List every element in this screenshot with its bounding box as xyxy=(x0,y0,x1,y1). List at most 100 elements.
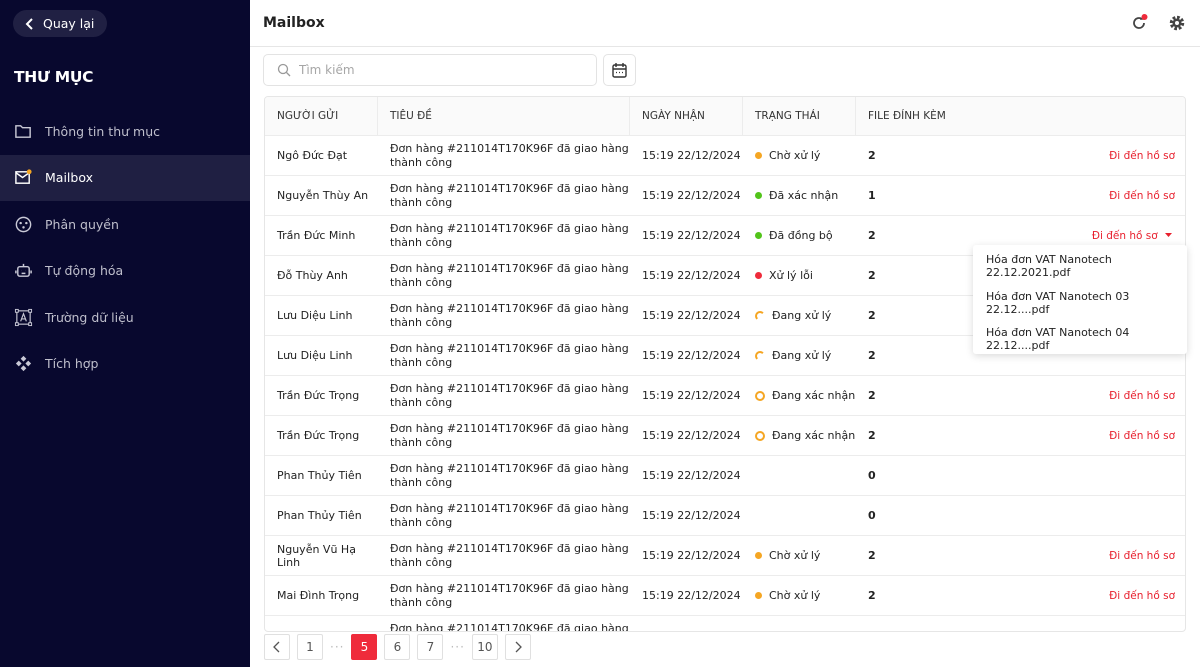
subject: Đơn hàng #211014T170K96F đã giao hàng th… xyxy=(390,621,629,632)
status-badge: Đã đồng bộ xyxy=(755,229,856,242)
status-badge: Đã xác nhận xyxy=(755,189,856,202)
field-icon xyxy=(14,308,33,326)
status-dot xyxy=(755,152,762,159)
go-to-profile-link[interactable]: Đi đến hồ sơ xyxy=(1109,590,1175,602)
sender: Đỗ Thùy Anh xyxy=(277,269,348,282)
subject: Đơn hàng #211014T170K96F đã giao hàng th… xyxy=(390,301,629,329)
robot-icon xyxy=(15,264,32,278)
table-row[interactable]: Đơn hàng #211014T170K96F đã giao hàng th… xyxy=(265,616,1185,632)
page-title: Mailbox xyxy=(263,15,325,31)
attachment-count: 0 xyxy=(868,469,876,482)
status-dot xyxy=(755,192,762,199)
main: Mailbox NGƯỜI GỬITIÊU ĐỀNGÀY NHẬNTRẠNG T… xyxy=(250,0,1200,667)
sidebar-item-permission[interactable]: Phân quyền xyxy=(0,201,250,248)
search-input[interactable] xyxy=(299,63,579,77)
status-badge: Đang xác nhận xyxy=(755,389,856,402)
subject: Đơn hàng #211014T170K96F đã giao hàng th… xyxy=(390,581,629,609)
sidebar-title: THƯ MỤC xyxy=(14,68,94,86)
file-menu-item[interactable]: Hóa đơn VAT Nanotech 03 22.12....pdf xyxy=(973,285,1187,322)
attachment-count: 2 xyxy=(868,549,876,562)
chevron-left-icon xyxy=(25,17,33,30)
column-header[interactable]: TIÊU ĐỀ xyxy=(378,97,630,135)
settings-button[interactable] xyxy=(1167,13,1187,33)
calendar-icon xyxy=(612,62,627,78)
pagination-ellipsis: ··· xyxy=(450,640,465,654)
sidebar: Quay lại THƯ MỤC Thông tin thư mục Mailbo… xyxy=(0,0,250,667)
table-row[interactable]: Nguyễn Thùy An Đơn hàng #211014T170K96F … xyxy=(265,176,1185,216)
table-row[interactable]: Phan Thủy Tiên Đơn hàng #211014T170K96F … xyxy=(265,496,1185,536)
table-header: NGƯỜI GỬI TIÊU ĐỀ NGÀY NHẬN TRẠNG THÁI FILE … xyxy=(265,97,1185,136)
column-header[interactable]: NGƯỜI GỬI xyxy=(265,97,378,135)
page-button[interactable]: 1 xyxy=(297,634,323,660)
mail-table: NGƯỜI GỬI TIÊU ĐỀ NGÀY NHẬN TRẠNG THÁI FILE … xyxy=(264,96,1186,632)
chevron-left-icon xyxy=(273,641,280,653)
sidebar-item-label: Mailbox xyxy=(45,170,93,186)
status-dot xyxy=(755,552,762,559)
column-header[interactable]: FILE ĐÍNH KÈM xyxy=(856,97,1185,135)
status-badge: Đang xử lý xyxy=(755,349,856,362)
caret-down-icon xyxy=(1165,232,1172,237)
refresh-button[interactable] xyxy=(1129,13,1149,33)
go-to-profile-link[interactable]: Đi đến hồ sơ xyxy=(1109,550,1175,562)
go-to-profile-link[interactable]: Đi đến hồ sơ xyxy=(1109,190,1175,202)
search-box[interactable] xyxy=(263,54,597,86)
received-date: 15:19 22/12/2024 xyxy=(642,309,741,322)
table-row[interactable]: Mai Đình Trọng Đơn hàng #211014T170K96F … xyxy=(265,576,1185,616)
attachment-count: 2 xyxy=(868,589,876,602)
table-row[interactable]: Ngô Đức Đạt Đơn hàng #211014T170K96F đã … xyxy=(265,136,1185,176)
column-header[interactable]: NGÀY NHẬN xyxy=(630,97,743,135)
page-button[interactable]: 7 xyxy=(417,634,444,660)
go-to-profile-link[interactable]: Đi đến hồ sơ xyxy=(1109,430,1175,442)
sidebar-item-label: Tích hợp xyxy=(45,356,99,372)
mail-icon xyxy=(15,169,32,185)
go-to-profile-link[interactable]: Đi đến hồ sơ xyxy=(1092,230,1175,242)
sender: Phan Thủy Tiên xyxy=(277,509,362,522)
received-date: 15:19 22/12/2024 xyxy=(642,149,741,162)
table-row[interactable]: Trần Đức Trọng Đơn hàng #211014T170K96F … xyxy=(265,416,1185,456)
prev-page-button[interactable] xyxy=(264,634,290,660)
status-dot xyxy=(755,272,762,279)
page-button[interactable]: 6 xyxy=(384,634,411,660)
page-button[interactable]: 10 xyxy=(471,634,498,660)
column-header[interactable]: TRẠNG THÁI xyxy=(743,97,856,135)
attachment-count: 2 xyxy=(868,389,876,402)
status-badge: Chờ xử lý xyxy=(755,549,856,562)
status-dot xyxy=(755,592,762,599)
received-date: 15:19 22/12/2024 xyxy=(642,229,741,242)
file-menu-item[interactable]: Hóa đơn VAT Nanotech 22.12.2021.pdf xyxy=(973,248,1187,285)
received-date: 15:19 22/12/2024 xyxy=(642,349,741,362)
next-page-button[interactable] xyxy=(504,634,531,660)
table-row[interactable]: Phan Thủy Tiên Đơn hàng #211014T170K96F … xyxy=(265,456,1185,496)
sidebar-item-mail[interactable]: Mailbox xyxy=(0,154,250,201)
sidebar-item-folder[interactable]: Thông tin thư mục xyxy=(0,108,250,155)
go-to-profile-link[interactable]: Đi đến hồ sơ xyxy=(1109,390,1175,402)
status-badge: Xử lý lỗi xyxy=(755,269,856,282)
date-filter-button[interactable] xyxy=(603,54,636,86)
file-menu-item[interactable]: Hóa đơn VAT Nanotech 04 22.12....pdf xyxy=(973,321,1187,358)
status-badge: Chờ xử lý xyxy=(755,589,856,602)
table-row[interactable]: Trần Đức Trọng Đơn hàng #211014T170K96F … xyxy=(265,376,1185,416)
attachment-count: 2 xyxy=(868,349,876,362)
go-to-profile-link[interactable]: Đi đến hồ sơ xyxy=(1109,150,1175,162)
sidebar-item-robot[interactable]: Tự động hóa xyxy=(0,248,250,295)
sidebar-item-field[interactable]: Trường dữ liệu xyxy=(0,294,250,341)
sender: Nguyễn Vũ Hạ Linh xyxy=(277,542,356,569)
chevron-right-icon xyxy=(515,641,522,653)
subject: Đơn hàng #211014T170K96F đã giao hàng th… xyxy=(390,141,629,169)
gear-icon xyxy=(1169,15,1185,31)
sender: Nguyễn Thùy An xyxy=(277,189,369,202)
permission-icon xyxy=(15,216,32,233)
status-dot xyxy=(755,232,762,239)
sender: Trần Đức Trọng xyxy=(277,429,360,442)
sidebar-item-integration[interactable]: Tích hợp xyxy=(0,341,250,388)
page-button[interactable]: 5 xyxy=(351,634,378,660)
received-date: 15:19 22/12/2024 xyxy=(642,269,741,282)
subject: Đơn hàng #211014T170K96F đã giao hàng th… xyxy=(390,181,629,209)
table-row[interactable]: Nguyễn Vũ Hạ Linh Đơn hàng #211014T170K9… xyxy=(265,536,1185,576)
back-button[interactable]: Quay lại xyxy=(13,10,108,37)
subject: Đơn hàng #211014T170K96F đã giao hàng th… xyxy=(390,501,629,529)
attachment-count: 2 xyxy=(868,309,876,322)
sender: Lưu Diệu Linh xyxy=(277,309,353,322)
subject: Đơn hàng #211014T170K96F đã giao hàng th… xyxy=(390,381,629,409)
received-date: 15:19 22/12/2024 xyxy=(642,389,741,402)
